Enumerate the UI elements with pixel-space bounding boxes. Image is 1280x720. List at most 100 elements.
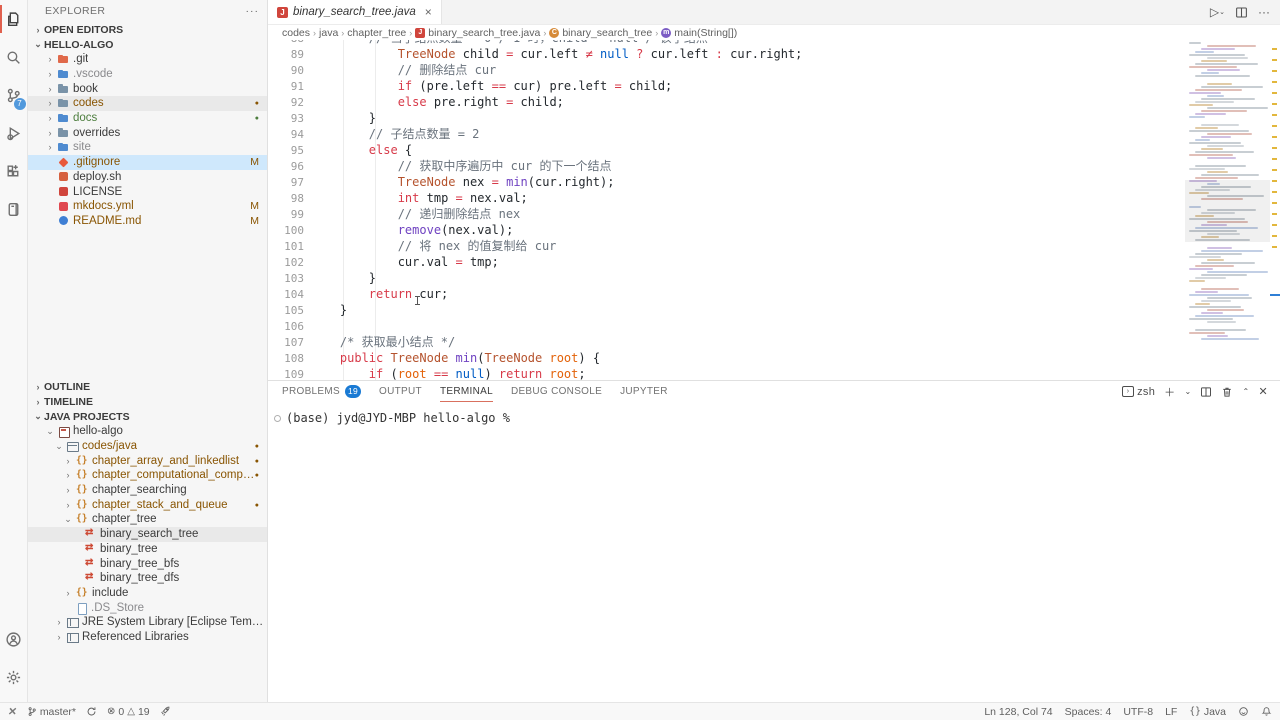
new-terminal-button[interactable]: ＋ [1164, 384, 1175, 400]
panel-tab-output[interactable]: OUTPUT [379, 381, 422, 402]
sync-icon[interactable] [86, 706, 97, 717]
tree-item-license[interactable]: LICENSE [28, 184, 267, 199]
terminal-profile[interactable]: › zsh [1122, 386, 1155, 398]
tree-item-chapter-array-and-linkedlist[interactable]: ›chapter_array_and_linkedlist [28, 453, 267, 468]
chevron-icon[interactable]: › [54, 632, 64, 642]
tree-item-docs[interactable]: ›docs [28, 111, 267, 126]
chevron-icon[interactable]: › [63, 588, 73, 598]
code-line-108: 108 public TreeNode min(TreeNode root) { [268, 350, 802, 366]
panel-tab-jupyter[interactable]: JUPYTER [620, 381, 668, 402]
language-mode[interactable]: {} Java [1189, 706, 1226, 718]
tree-item-book[interactable]: ›book [28, 81, 267, 96]
settings-gear-icon[interactable] [0, 658, 28, 696]
tree-item-jre-system-library-eclipse-temurin-17-17-[interactable]: ›JRE System Library [Eclipse Temurin 17 … [28, 615, 267, 630]
tree-item-binary-tree[interactable]: binary_tree [28, 542, 267, 557]
breadcrumb-item[interactable]: binary_search_tree [562, 27, 652, 39]
minimap[interactable] [1185, 40, 1270, 380]
source-control-icon[interactable]: 7 [0, 76, 28, 114]
chevron-icon[interactable]: › [54, 617, 64, 627]
extensions-icon[interactable] [0, 152, 28, 190]
tree-item-hello-algo[interactable]: ⌄hello-algo [28, 424, 267, 439]
tree-item-chapter-tree[interactable]: ⌄chapter_tree [28, 512, 267, 527]
outline-section[interactable]: › OUTLINE [28, 379, 267, 394]
panel-tab-terminal[interactable]: TERMINAL [440, 381, 493, 402]
java-rocket-icon[interactable] [160, 706, 171, 717]
chevron-icon[interactable]: › [63, 470, 73, 480]
java-projects-section[interactable]: ⌄ JAVA PROJECTS [28, 409, 267, 424]
chevron-icon[interactable]: ⌄ [54, 441, 64, 452]
tree-item-overrides[interactable]: ›overrides [28, 125, 267, 140]
breadcrumb-item[interactable]: codes [282, 27, 310, 39]
tree-item-binary-search-tree[interactable]: binary_search_tree [28, 527, 267, 542]
chevron-icon[interactable]: › [63, 456, 73, 466]
chevron-icon[interactable]: › [45, 84, 55, 94]
run-debug-icon[interactable] [0, 114, 28, 152]
workspace-root[interactable]: ⌄ HELLO-ALGO [28, 37, 267, 52]
tree-item-chapter-computational-complexity[interactable]: ›chapter_computational_complexity [28, 468, 267, 483]
tree-item-referenced-libraries[interactable]: ›Referenced Libraries [28, 630, 267, 645]
chevron-icon[interactable]: ⌄ [45, 426, 55, 437]
tree-item--git[interactable]: ›.git [28, 52, 267, 67]
breadcrumb-item[interactable]: java [319, 27, 338, 39]
tree-item-site[interactable]: ›site [28, 140, 267, 155]
tree-item-chapter-searching[interactable]: ›chapter_searching [28, 483, 267, 498]
more-actions-icon[interactable]: ··· [1258, 5, 1270, 19]
explorer-icon[interactable] [0, 0, 28, 38]
breadcrumb-item[interactable]: main(String[]) [674, 27, 737, 39]
tree-item-codes[interactable]: ›codes [28, 96, 267, 111]
tree-item-readme-md[interactable]: README.mdM [28, 214, 267, 229]
chevron-icon[interactable]: › [45, 128, 55, 138]
tree-item-deploy-sh[interactable]: deploy.sh [28, 170, 267, 185]
split-terminal-icon[interactable] [1200, 386, 1212, 398]
tree-item-binary-tree-bfs[interactable]: binary_tree_bfs [28, 556, 267, 571]
chevron-icon[interactable]: › [45, 54, 55, 64]
tree-item--gitignore[interactable]: .gitignoreM [28, 155, 267, 170]
folder-icon [57, 112, 69, 124]
chevron-icon[interactable]: › [45, 98, 55, 108]
panel-tab-problems[interactable]: PROBLEMS19 [282, 381, 361, 402]
tree-item-binary-tree-dfs[interactable]: binary_tree_dfs [28, 571, 267, 586]
tree-item-chapter-stack-and-queue[interactable]: ›chapter_stack_and_queue [28, 497, 267, 512]
chevron-icon[interactable]: › [63, 485, 73, 495]
breadcrumb-item[interactable]: binary_search_tree.java [428, 27, 540, 39]
chevron-icon[interactable]: › [45, 142, 55, 152]
terminal-output[interactable]: (base) jyd@JYD-MBP hello-algo % [268, 402, 1280, 425]
lib-icon [66, 631, 78, 643]
timeline-section[interactable]: › TIMELINE [28, 394, 267, 409]
tree-item-mkdocs-yml[interactable]: mkdocs.ymlM [28, 199, 267, 214]
feedback-icon[interactable] [1238, 706, 1249, 717]
close-panel-icon[interactable]: ✕ [1258, 385, 1268, 398]
chevron-icon[interactable]: › [63, 500, 73, 510]
explorer-more-actions[interactable]: ··· [246, 5, 260, 17]
search-icon[interactable] [0, 38, 28, 76]
git-branch-indicator[interactable]: master* [27, 706, 76, 718]
problems-indicator[interactable]: ⊗ 0 △ 19 [107, 706, 150, 718]
tab-binary-search-tree[interactable]: J binary_search_tree.java × [268, 0, 442, 24]
tree-item-include[interactable]: ›include [28, 586, 267, 601]
panel-tab-debug-console[interactable]: DEBUG CONSOLE [511, 381, 602, 402]
account-icon[interactable] [0, 620, 28, 658]
breadcrumb-item[interactable]: chapter_tree [347, 27, 406, 39]
tree-item--vscode[interactable]: ›.vscode [28, 67, 267, 82]
eol[interactable]: LF [1165, 706, 1177, 718]
chevron-icon[interactable]: ⌄ [63, 514, 73, 525]
chevron-icon[interactable]: › [45, 69, 55, 79]
terminal-dropdown-icon[interactable]: ⌄ [1184, 387, 1191, 396]
close-tab-icon[interactable]: × [425, 5, 432, 19]
maximize-panel-icon[interactable]: ⌃ [1242, 387, 1249, 396]
tree-item--ds-store[interactable]: .DS_Store [28, 600, 267, 615]
split-editor-icon[interactable] [1235, 6, 1248, 19]
cursor-position[interactable]: Ln 128, Col 74 [984, 706, 1052, 718]
bell-icon[interactable] [1261, 706, 1272, 717]
open-editors-section[interactable]: › OPEN EDITORS [28, 22, 267, 37]
minimap-viewport[interactable] [1185, 180, 1270, 242]
run-button[interactable]: ▷⌄ [1210, 5, 1225, 19]
remote-indicator-icon[interactable]: ✕ [7, 706, 17, 718]
tree-item-codes-java[interactable]: ⌄codes/java [28, 439, 267, 454]
code-editor[interactable]: 88 // 当子结点数量 = 0 / 1 时，child = null / 该子… [268, 40, 1185, 380]
encoding[interactable]: UTF-8 [1123, 706, 1153, 718]
indentation[interactable]: Spaces: 4 [1065, 706, 1112, 718]
chevron-icon[interactable]: › [45, 113, 55, 123]
notebook-icon[interactable] [0, 190, 28, 228]
kill-terminal-icon[interactable] [1221, 386, 1233, 398]
